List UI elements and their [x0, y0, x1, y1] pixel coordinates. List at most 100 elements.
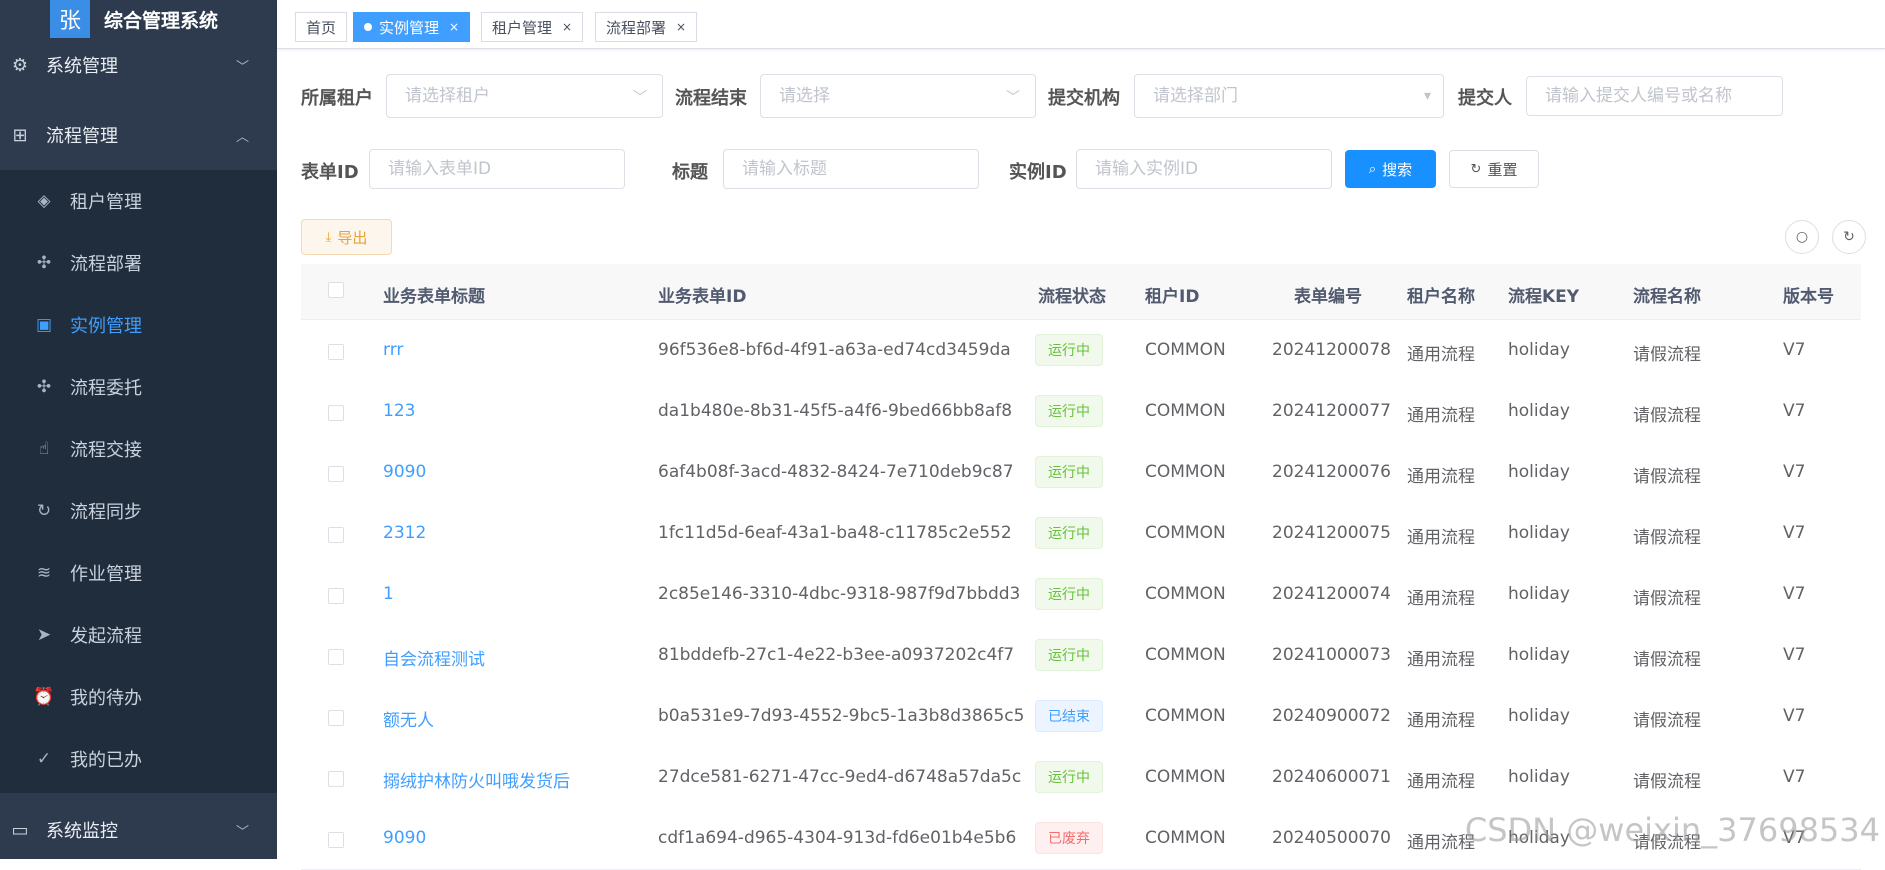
menu-system-monitor[interactable]: ▭ 系统监控 ﹀ [0, 800, 277, 860]
form-id-input[interactable] [369, 149, 625, 189]
cell-tenant-id: COMMON [1145, 645, 1226, 665]
cell-key: holiday [1508, 340, 1570, 360]
refresh-button[interactable]: ↻ [1832, 220, 1866, 254]
download-icon: ⤓ [325, 229, 332, 245]
cell-version: V7 [1783, 706, 1806, 726]
row-title-link[interactable]: 123 [383, 401, 415, 421]
sidebar-item-job[interactable]: ≋ 作业管理 [0, 542, 277, 604]
tab-instance[interactable]: 实例管理 × [353, 12, 471, 42]
tab-deploy[interactable]: 流程部署 × [595, 12, 698, 42]
tab-label: 流程部署 [606, 18, 667, 37]
row-checkbox[interactable] [328, 466, 344, 482]
submitter-input[interactable] [1526, 76, 1783, 116]
sidebar-item-tenant[interactable]: ◈ 租户管理 [0, 170, 277, 232]
row-checkbox[interactable] [328, 832, 344, 848]
row-title-link[interactable]: 自会流程测试 [383, 645, 485, 670]
row-checkbox[interactable] [328, 405, 344, 421]
cell-key: holiday [1508, 584, 1570, 604]
sidebar-item-start-flow[interactable]: ➤ 发起流程 [0, 604, 277, 666]
row-title-link[interactable]: 额无人 [383, 706, 434, 731]
cell-form-id: 81bddefb-27c1-4e22-b3ee-a0937202c4f7 [658, 645, 1015, 665]
tags-view: 首页 实例管理 × 租户管理 × 流程部署 × [277, 0, 1885, 49]
reset-button[interactable]: ↻ 重置 [1449, 150, 1539, 188]
row-title-link[interactable]: 搦绒护林防火叫哦发货后 [383, 767, 570, 792]
sidebar-item-instance[interactable]: ▣ 实例管理 [0, 294, 277, 356]
cell-tenant-name: 通用流程 [1407, 589, 1475, 609]
cell-key: holiday [1508, 767, 1570, 787]
cell-form-no: 20241200074 [1272, 584, 1391, 604]
column-header[interactable]: 租户ID [1145, 282, 1199, 307]
row-title-link[interactable]: 1 [383, 584, 394, 604]
table-row: 9090 运行中 6af4b08f-3acd-4832-8424-7e710deb9… [301, 442, 1861, 504]
row-title-link[interactable]: 9090 [383, 828, 426, 848]
tab-home[interactable]: 首页 [295, 12, 348, 42]
column-header[interactable]: 业务表单ID [658, 282, 746, 307]
row-checkbox[interactable] [328, 588, 344, 604]
row-checkbox[interactable] [328, 710, 344, 726]
title-input[interactable] [723, 149, 979, 189]
cell-form-no: 20240900072 [1272, 706, 1391, 726]
sidebar-item-sync[interactable]: ↻ 流程同步 [0, 480, 277, 542]
flow-end-select[interactable] [760, 74, 1036, 118]
sidebar-item-label: 实例管理 [70, 316, 142, 337]
cell-version: V7 [1783, 523, 1806, 543]
cell-tenant-id: COMMON [1145, 340, 1226, 360]
sync-icon: ↻ [36, 501, 52, 521]
table-row: 搦绒护林防火叫哦发货后 运行中 27dce581-6271-47cc-9ed4-d6… [301, 747, 1861, 809]
menu-system-management[interactable]: ⚙ 系统管理 ﹀ [0, 35, 277, 95]
sidebar-item-label: 流程同步 [70, 502, 142, 523]
sidebar-item-done[interactable]: ✓ 我的已办 [0, 728, 277, 790]
status-badge: 已废弃 [1035, 822, 1103, 854]
search-button[interactable]: ⌕ 搜索 [1345, 150, 1436, 188]
column-header[interactable]: 租户名称 [1407, 282, 1475, 307]
instance-id-input[interactable] [1076, 149, 1332, 189]
org-select[interactable] [1134, 74, 1444, 118]
sidebar-item-delegate[interactable]: ✣ 流程委托 [0, 356, 277, 418]
cell-tenant-id: COMMON [1145, 523, 1226, 543]
refresh-icon: ↻ [1470, 161, 1482, 177]
row-title-link[interactable]: rrr [383, 340, 403, 360]
toggle-search-button[interactable]: ○ [1785, 220, 1819, 254]
column-header[interactable]: 流程状态 [1038, 282, 1106, 307]
alarm-icon: ⏰ [33, 687, 55, 707]
cell-key: holiday [1508, 462, 1570, 482]
cell-tenant-id: COMMON [1145, 767, 1226, 787]
close-icon[interactable]: × [676, 20, 686, 34]
row-checkbox[interactable] [328, 771, 344, 787]
cell-form-no: 20241200076 [1272, 462, 1391, 482]
row-title-link[interactable]: 9090 [383, 462, 426, 482]
column-header[interactable]: 流程名称 [1633, 282, 1701, 307]
column-header[interactable]: 版本号 [1783, 282, 1834, 307]
form-id-label: 表单ID [301, 162, 359, 183]
menu-flow-management[interactable]: ⊞ 流程管理 ︿ [0, 105, 277, 165]
org-label: 提交机构 [1048, 88, 1120, 109]
row-checkbox[interactable] [328, 527, 344, 543]
refresh-icon: ↻ [1843, 229, 1855, 245]
column-header[interactable]: 表单编号 [1294, 282, 1362, 307]
export-button[interactable]: ⤓ 导出 [301, 219, 392, 255]
tenant-select[interactable] [386, 74, 663, 118]
cell-tenant-id: COMMON [1145, 828, 1226, 848]
tab-tenant[interactable]: 租户管理 × [481, 12, 584, 42]
table-row: rrr 运行中 96f536e8-bf6d-4f91-a63a-ed74cd3459… [301, 320, 1861, 382]
sidebar-item-deploy[interactable]: ✣ 流程部署 [0, 232, 277, 294]
sidebar-item-label: 流程委托 [70, 378, 142, 399]
close-icon[interactable]: × [449, 20, 459, 34]
sidebar-item-handover[interactable]: ☝ 流程交接 [0, 418, 277, 480]
close-icon[interactable]: × [562, 20, 572, 34]
gear-icon: ⚙ [11, 54, 29, 76]
row-checkbox[interactable] [328, 344, 344, 360]
sidebar-item-label: 流程交接 [70, 440, 142, 461]
cell-key: holiday [1508, 706, 1570, 726]
cell-form-id: cdf1a694-d965-4304-913d-fd6e01b4e5b6 [658, 828, 1017, 848]
cell-version: V7 [1783, 340, 1806, 360]
instance-id-label: 实例ID [1009, 162, 1067, 183]
row-checkbox[interactable] [328, 649, 344, 665]
column-header[interactable]: 业务表单标题 [383, 282, 485, 307]
select-all-checkbox[interactable] [328, 282, 344, 298]
sidebar-item-todo[interactable]: ⏰ 我的待办 [0, 666, 277, 728]
column-header[interactable]: 流程KEY [1508, 282, 1579, 307]
row-title-link[interactable]: 2312 [383, 523, 426, 543]
cell-tenant-name: 通用流程 [1407, 772, 1475, 792]
sidebar-item-label: 作业管理 [70, 564, 142, 585]
